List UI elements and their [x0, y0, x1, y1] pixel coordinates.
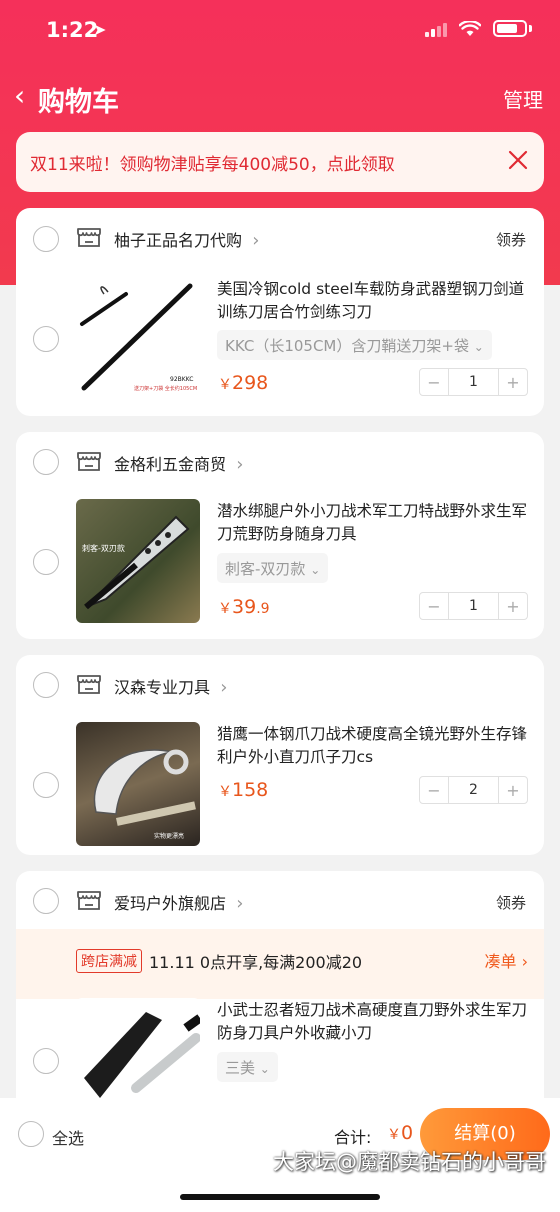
decrease-button[interactable]: − [420, 781, 448, 800]
shop-header: 金格利五金商贸 › [16, 432, 544, 490]
image-text: 实物更漂亮 [154, 832, 184, 840]
promo-banner[interactable]: 双11来啦！领购物津贴享每400减50，点此领取 [16, 132, 544, 192]
product-title[interactable]: 小武士忍者短刀战术高硬度直刀野外求生军刀防身刀具户外收藏小刀 [217, 999, 527, 1045]
item-select-checkbox[interactable] [33, 549, 59, 575]
product-title[interactable]: 美国冷钢cold steel车载防身武器塑钢刀剑道训练刀居合竹剑练习刀 [217, 278, 527, 324]
product-price: ￥298 [218, 372, 269, 394]
shop-header: 柚子正品名刀代购 › 领券 [16, 208, 544, 266]
chevron-right-icon: › [236, 454, 244, 475]
shop-name[interactable]: 柚子正品名刀代购 › [114, 227, 259, 251]
store-icon [77, 891, 101, 910]
sku-selector[interactable]: 刺客-双刃款 ⌄ [217, 553, 329, 583]
shop-header: 爱玛户外旗舰店 › 领券 [16, 871, 544, 929]
product-price: ￥158 [218, 779, 269, 801]
product-image[interactable]: 实物更漂亮 [76, 722, 200, 846]
cross-store-tag: 跨店满减 [76, 949, 142, 973]
decrease-button[interactable]: − [420, 373, 448, 392]
coupon-button[interactable]: 领券 [496, 229, 526, 250]
product-title[interactable]: 潜水绑腿户外小刀战术军工刀特战野外求生军刀荒野防身随身刀具 [217, 500, 527, 546]
shop-select-checkbox[interactable] [33, 449, 59, 475]
decrease-button[interactable]: − [420, 597, 448, 616]
add-on-link[interactable]: 凑单 › [484, 948, 528, 972]
quantity-value[interactable]: 2 [448, 777, 499, 803]
chevron-down-icon: ⌄ [473, 340, 484, 354]
product-price: ￥39.9 [218, 596, 270, 618]
watermark: 大家坛@魔都卖钻石的小哥哥 [273, 1150, 546, 1174]
product-image[interactable]: 92BKKC 送刀架+刀袋 全长约105CM [76, 272, 200, 396]
wifi-icon [459, 20, 481, 36]
chevron-right-icon: › [220, 677, 228, 698]
shop-select-checkbox[interactable] [33, 672, 59, 698]
image-text: 92BKKC [170, 376, 193, 383]
close-icon[interactable] [504, 146, 532, 174]
increase-button[interactable]: + [499, 597, 527, 616]
product-image[interactable]: 刺客-双刃款 [76, 499, 200, 623]
home-indicator [180, 1194, 380, 1200]
back-chevron-icon[interactable]: ‹ [14, 82, 25, 110]
quantity-stepper: − 2 + [419, 776, 528, 804]
chevron-right-icon: › [521, 952, 528, 971]
total-label: 合计: [334, 1128, 372, 1147]
store-icon [77, 228, 101, 247]
cross-store-discount-banner: 跨店满减 11.11 0点开享,每满200减20 凑单 › [16, 929, 544, 999]
cellular-signal-icon [425, 21, 447, 37]
knife-image: 刺客-双刃款 [82, 515, 190, 610]
total-amount: ￥0 [387, 1122, 414, 1144]
status-time: 1:22 [46, 18, 99, 42]
store-icon [77, 675, 101, 694]
product-title[interactable]: 猎鹰一体钢爪刀战术硬度高全镜光野外生存锋利户外小直刀爪子刀cs [217, 723, 527, 769]
shop-select-checkbox[interactable] [33, 226, 59, 252]
chevron-down-icon: ⌄ [259, 1062, 270, 1076]
select-all-checkbox[interactable] [18, 1121, 44, 1147]
image-caption: 送刀架+刀袋 全长约105CM [134, 385, 197, 392]
item-select-checkbox[interactable] [33, 772, 59, 798]
shop-name[interactable]: 金格利五金商贸 › [114, 451, 243, 475]
status-indicators [425, 20, 532, 37]
shop-card: 柚子正品名刀代购 › 领券 92BKKC 送刀架+刀袋 全长约105CM 美国冷… [16, 208, 544, 416]
coupon-button[interactable]: 领券 [496, 892, 526, 913]
increase-button[interactable]: + [499, 781, 527, 800]
shop-select-checkbox[interactable] [33, 888, 59, 914]
chevron-right-icon: › [236, 893, 244, 914]
store-icon [77, 452, 101, 471]
select-all-label[interactable]: 全选 [52, 1125, 84, 1149]
quantity-stepper: − 1 + [419, 592, 528, 620]
shop-card: 金格利五金商贸 › 刺客-双刃款 潜水绑腿户外小刀战术军工刀特战野外求生军刀荒野… [16, 432, 544, 639]
item-select-checkbox[interactable] [33, 1048, 59, 1074]
shop-header: 汉森专业刀具 › [16, 655, 544, 713]
chevron-down-icon: ⌄ [310, 563, 321, 577]
quantity-value[interactable]: 1 [448, 369, 499, 395]
status-bar: 1:22 ➤ [0, 0, 560, 62]
sku-selector[interactable]: KKC（长105CM）含刀鞘送刀架+袋 ⌄ [217, 330, 492, 360]
item-select-checkbox[interactable] [33, 326, 59, 352]
promo-text: 双11来啦！领购物津贴享每400减50，点此领取 [30, 155, 395, 175]
location-arrow-icon: ➤ [93, 20, 107, 39]
quantity-stepper: − 1 + [419, 368, 528, 396]
manage-button[interactable]: 管理 [503, 84, 543, 113]
increase-button[interactable]: + [499, 373, 527, 392]
shop-name[interactable]: 汉森专业刀具 › [114, 674, 227, 698]
battery-cap [529, 25, 532, 32]
shop-card: 爱玛户外旗舰店 › 领券 跨店满减 11.11 0点开享,每满200减20 凑单… [16, 871, 544, 1131]
karambit-image: 实物更漂亮 [93, 749, 196, 840]
image-text: 刺客-双刃款 [82, 543, 125, 553]
sku-selector[interactable]: 三美 ⌄ [217, 1052, 278, 1082]
battery-icon [493, 20, 527, 37]
cross-store-text: 11.11 0点开享,每满200减20 [149, 953, 363, 972]
chevron-right-icon: › [252, 230, 260, 251]
page-title: 购物车 [38, 87, 119, 118]
shop-card: 汉森专业刀具 › 实物更漂亮 猎鹰一体钢爪刀战术硬度高全镜光野外生存锋利户外小直… [16, 655, 544, 855]
katana-image: 92BKKC 送刀架+刀袋 全长约105CM [80, 283, 197, 392]
quantity-value[interactable]: 1 [448, 593, 499, 619]
shop-name[interactable]: 爱玛户外旗舰店 › [114, 890, 243, 914]
navigation-bar: ‹ 购物车 管理 [0, 74, 560, 120]
